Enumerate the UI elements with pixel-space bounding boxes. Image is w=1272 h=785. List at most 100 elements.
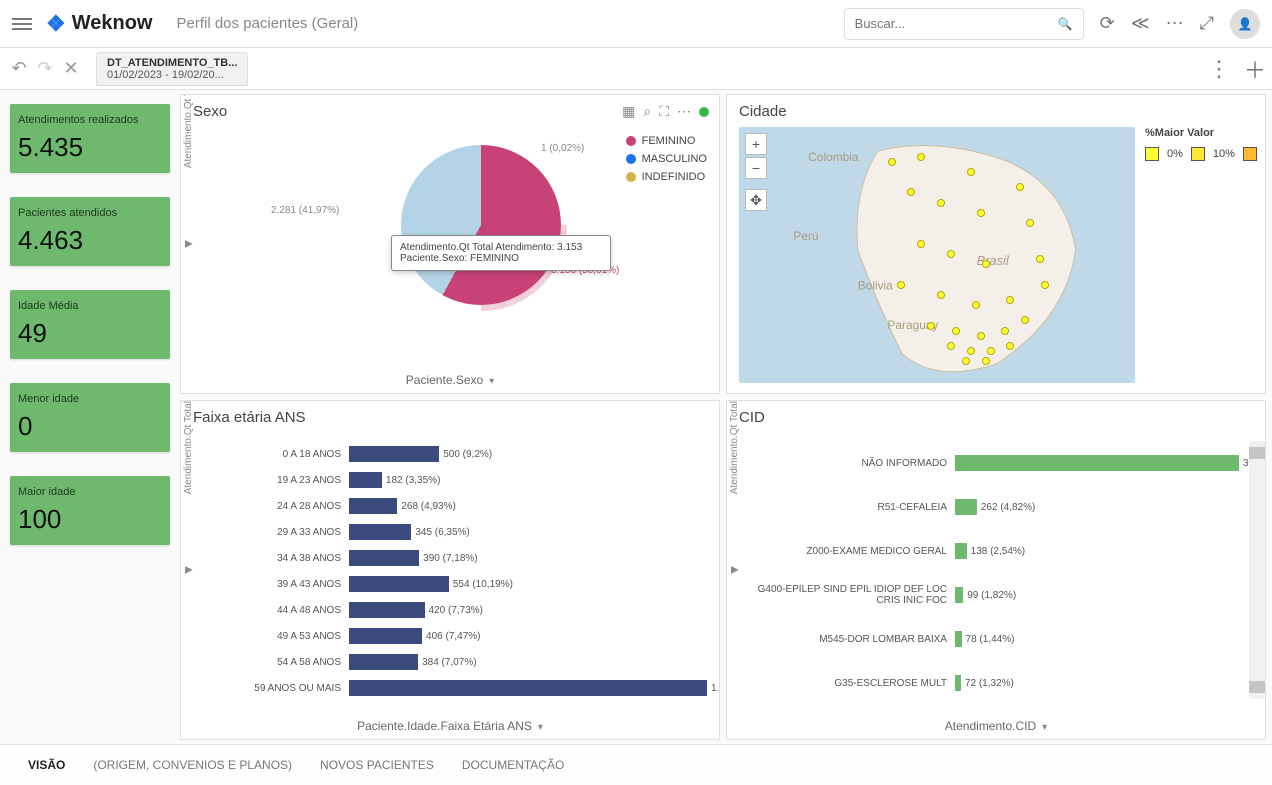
filter-tab[interactable]: DT_ATENDIMENTO_TB... 01/02/2023 - 19/02/…: [96, 52, 248, 86]
bar-category: 59 ANOS OU MAIS: [211, 683, 341, 694]
cid-bars: NÃO INFORMADO 3.401 (62,58%) R51-CEFALEI…: [757, 441, 1239, 699]
logo-icon: ❖: [46, 11, 66, 37]
expand-icon[interactable]: ▶: [731, 565, 739, 576]
fullscreen-icon[interactable]: ⛶: [659, 103, 669, 120]
map-dot[interactable]: [977, 332, 985, 340]
legend-step: 0%: [1145, 147, 1183, 161]
map-dot[interactable]: [967, 347, 975, 355]
map-dot[interactable]: [982, 260, 990, 268]
map-dot[interactable]: [927, 322, 935, 330]
map-dot[interactable]: [888, 158, 896, 166]
x-axis-select[interactable]: Atendimento.CID: [945, 719, 1047, 733]
refresh-icon[interactable]: ⟳: [1100, 13, 1115, 34]
undo-icon[interactable]: ↶: [6, 58, 32, 79]
tab-novos[interactable]: NOVOS PACIENTES: [320, 758, 434, 772]
dots-icon[interactable]: ⋯: [677, 103, 691, 120]
tab-origem[interactable]: (ORIGEM, CONVENIOS E PLANOS): [93, 758, 292, 772]
scrollbar[interactable]: [1249, 441, 1265, 699]
kpi-label: Pacientes atendidos: [18, 207, 162, 219]
bar-category: R51-CEFALEIA: [757, 502, 947, 513]
y-axis-label: Atendimento.Qt Total Atendimento: [183, 94, 194, 168]
avatar[interactable]: 👤: [1230, 9, 1260, 39]
bar-row[interactable]: 0 A 18 ANOS 500 (9,2%): [211, 441, 707, 467]
kpi-label: Menor idade: [18, 393, 162, 405]
kpi-value: 5.435: [18, 132, 162, 163]
expand-icon[interactable]: ▶: [185, 565, 193, 576]
bar-row[interactable]: 54 A 58 ANOS 384 (7,07%): [211, 649, 707, 675]
bar-row[interactable]: 44 A 48 ANOS 420 (7,73%): [211, 597, 707, 623]
toolbar: ↶ ↷ ✕ DT_ATENDIMENTO_TB... 01/02/2023 - …: [0, 48, 1272, 90]
map-dot[interactable]: [937, 291, 945, 299]
expand-icon[interactable]: ▶: [185, 239, 193, 250]
x-axis-select[interactable]: Paciente.Idade.Faixa Etária ANS: [357, 719, 543, 733]
map-dot[interactable]: [977, 209, 985, 217]
search-input[interactable]: 🔍: [844, 8, 1084, 40]
kpi-value: 49: [18, 318, 162, 349]
bar-row[interactable]: NÃO INFORMADO 3.401 (62,58%): [757, 441, 1239, 485]
kpi-card: Menor idade 0: [10, 383, 170, 452]
filter-icon[interactable]: ▦: [622, 103, 635, 120]
bar-row[interactable]: 59 ANOS OU MAIS 1.986 (36,54%): [211, 675, 707, 701]
tab-doc[interactable]: DOCUMENTAÇÃO: [462, 758, 564, 772]
menu-icon[interactable]: [12, 14, 32, 34]
redo-icon[interactable]: ↷: [32, 58, 58, 79]
bar-row[interactable]: G35-ESCLEROSE MULT 72 (1,32%): [757, 661, 1239, 705]
bar-row[interactable]: 49 A 53 ANOS 406 (7,47%): [211, 623, 707, 649]
map-svg: Colombia Perú Bolivia Brasil Paraguay: [739, 127, 1135, 383]
kebab-icon[interactable]: ⋮: [1208, 56, 1230, 82]
map-dot[interactable]: [967, 168, 975, 176]
search-field[interactable]: [855, 16, 1058, 31]
map-dot[interactable]: [937, 199, 945, 207]
plus-icon[interactable]: ＋: [1244, 53, 1266, 85]
bar-row[interactable]: 19 A 23 ANOS 182 (3,35%): [211, 467, 707, 493]
bar-row[interactable]: R51-CEFALEIA 262 (4,82%): [757, 485, 1239, 529]
bar-row[interactable]: 29 A 33 ANOS 345 (6,35%): [211, 519, 707, 545]
main: Atendimentos realizados 5.435 Pacientes …: [0, 90, 1272, 744]
map[interactable]: Colombia Perú Bolivia Brasil Paraguay + …: [739, 127, 1135, 383]
lens-icon[interactable]: ⌕: [643, 103, 651, 120]
more-icon[interactable]: ⋯: [1166, 13, 1184, 34]
bar-value: 78 (1,44%): [966, 631, 1015, 647]
map-dot[interactable]: [1041, 281, 1049, 289]
kpi-card: Atendimentos realizados 5.435: [10, 104, 170, 173]
map-dot[interactable]: [972, 301, 980, 309]
map-dot[interactable]: [947, 250, 955, 258]
share-icon[interactable]: ≪: [1131, 13, 1150, 34]
map-dot[interactable]: [952, 327, 960, 335]
logo[interactable]: ❖ Weknow: [46, 11, 153, 37]
map-dot[interactable]: [917, 240, 925, 248]
bar-row[interactable]: 24 A 28 ANOS 268 (4,93%): [211, 493, 707, 519]
map-dot[interactable]: [897, 281, 905, 289]
map-dot[interactable]: [947, 342, 955, 350]
center-icon[interactable]: ✥: [745, 189, 767, 211]
page-title: Perfil dos pacientes (Geral): [177, 15, 359, 32]
pie-chart[interactable]: [391, 135, 571, 315]
bar-row[interactable]: 39 A 43 ANOS 554 (10,19%): [211, 571, 707, 597]
bar-category: 24 A 28 ANOS: [211, 501, 341, 512]
close-icon[interactable]: ✕: [58, 58, 84, 79]
pie-tooltip: Atendimento.Qt Total Atendimento: 3.153 …: [391, 235, 611, 271]
bar-row[interactable]: 34 A 38 ANOS 390 (7,18%): [211, 545, 707, 571]
map-dot[interactable]: [1001, 327, 1009, 335]
bar-row[interactable]: G400-EPILEP SIND EPIL IDIOP DEF LOC CRIS…: [757, 573, 1239, 617]
panel-faixa-etaria: Faixa etária ANS ▶ Atendimento.Qt Total …: [180, 400, 720, 740]
bar-row[interactable]: Z000-EXAME MEDICO GERAL 138 (2,54%): [757, 529, 1239, 573]
collapse-icon[interactable]: ⤢: [1200, 13, 1214, 34]
svg-text:Colombia: Colombia: [808, 150, 859, 164]
map-dot[interactable]: [1036, 255, 1044, 263]
map-dot[interactable]: [987, 347, 995, 355]
x-axis-select[interactable]: Paciente.Sexo: [406, 373, 494, 387]
tab-visao[interactable]: VISÃO: [28, 758, 65, 772]
tab-range: 01/02/2023 - 19/02/20...: [107, 69, 224, 81]
bar-row[interactable]: M545-DOR LOMBAR BAIXA 78 (1,44%): [757, 617, 1239, 661]
search-icon[interactable]: 🔍: [1058, 17, 1073, 31]
zoom-out-icon[interactable]: −: [745, 157, 767, 179]
bar-category: NÃO INFORMADO: [757, 458, 947, 469]
map-dot[interactable]: [917, 153, 925, 161]
bar-value: 268 (4,93%): [401, 498, 455, 514]
panel-sexo: Sexo ▦ ⌕ ⛶ ⋯ ▶ Atendimento.Qt Total Aten…: [180, 94, 720, 394]
bar-category: 34 A 38 ANOS: [211, 553, 341, 564]
zoom-in-icon[interactable]: +: [745, 133, 767, 155]
kpi-label: Idade Média: [18, 300, 162, 312]
map-dot[interactable]: [982, 357, 990, 365]
